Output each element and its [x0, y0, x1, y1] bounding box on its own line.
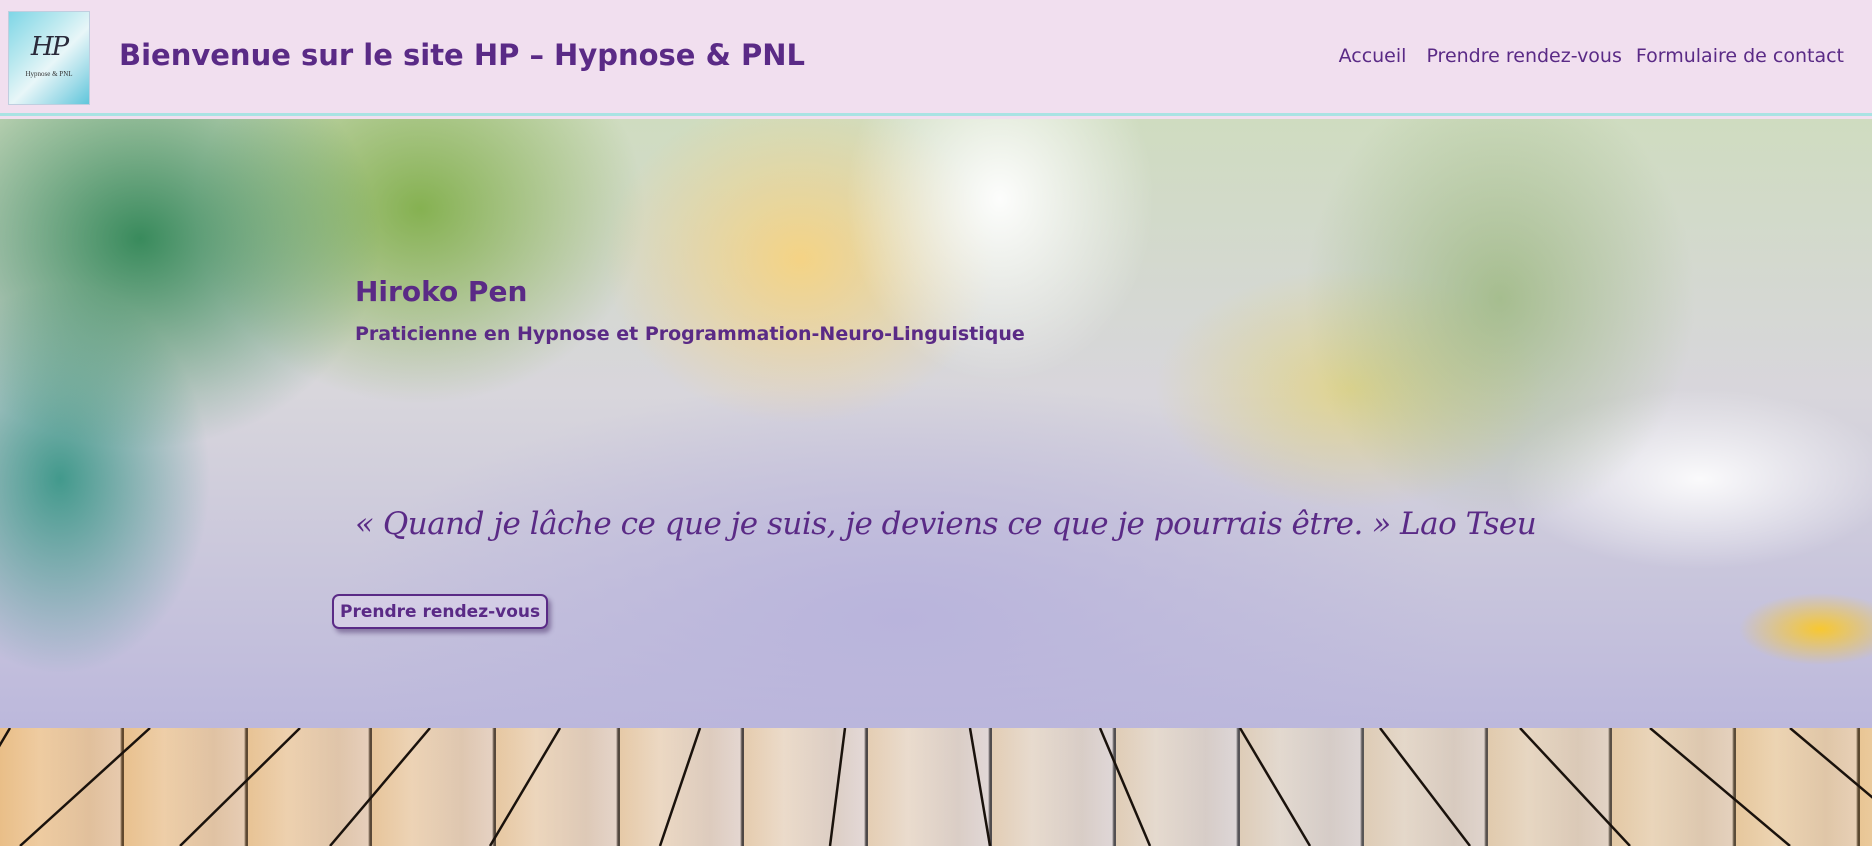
site-title[interactable]: Bienvenue sur le site HP – Hypnose & PNL	[119, 38, 805, 72]
book-appointment-button[interactable]: Prendre rendez-vous	[332, 594, 549, 629]
main-nav: Accueil Prendre rendez-vous Formulaire d…	[1339, 45, 1844, 67]
nav-item-prendre-rendez-vous[interactable]: Prendre rendez-vous	[1426, 45, 1621, 67]
site-header: HP Hypnose & PNL Bienvenue sur le site H…	[0, 0, 1872, 116]
wooden-deck-image	[0, 728, 1872, 846]
hero-quote: « Quand je lâche ce que je suis, je devi…	[355, 506, 1537, 542]
hero-subtitle: Praticienne en Hypnose et Programmation-…	[355, 323, 1025, 345]
hero-name: Hiroko Pen	[355, 275, 528, 308]
nav-item-accueil[interactable]: Accueil	[1339, 45, 1407, 67]
logo-mark: HP	[30, 32, 69, 62]
nav-item-formulaire-de-contact[interactable]: Formulaire de contact	[1636, 45, 1844, 67]
page: HP Hypnose & PNL Bienvenue sur le site H…	[0, 0, 1872, 846]
hero-section: Hiroko Pen Praticienne en Hypnose et Pro…	[0, 119, 1872, 728]
site-logo[interactable]: HP Hypnose & PNL	[9, 12, 89, 104]
deck-plank-lines	[0, 728, 1872, 846]
logo-caption: Hypnose & PNL	[25, 70, 73, 78]
